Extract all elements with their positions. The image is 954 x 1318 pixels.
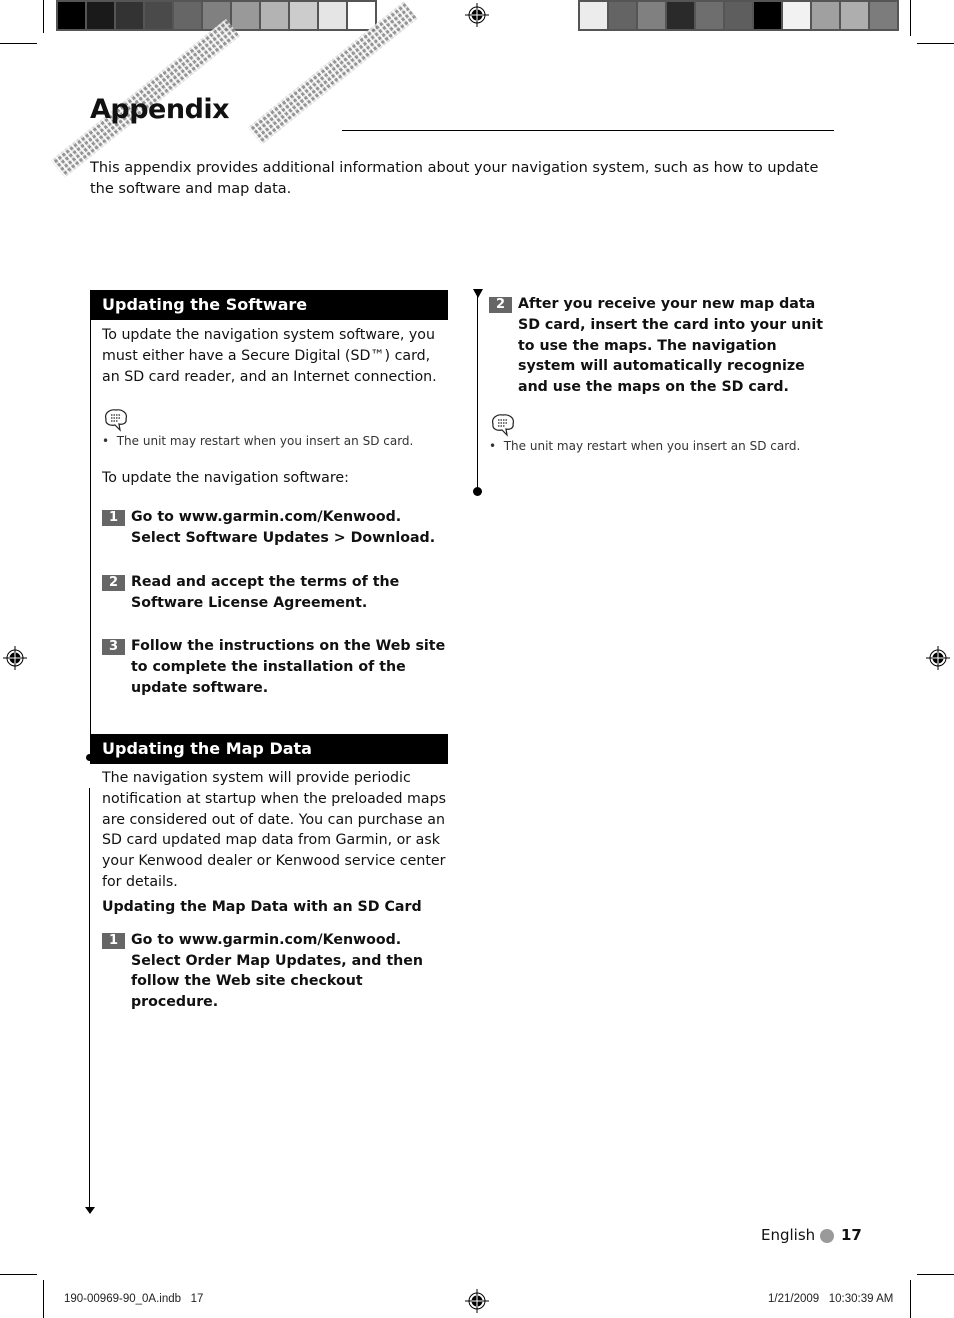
color-swatch	[783, 2, 810, 29]
section-body: The navigation system will provide perio…	[102, 770, 446, 890]
color-swatch	[725, 2, 752, 29]
color-swatch	[609, 2, 636, 29]
color-swatch	[696, 2, 723, 29]
color-swatch	[319, 2, 346, 29]
intro-paragraph: This appendix provides additional inform…	[90, 160, 819, 197]
step-text: Go to www.garmin.com/Kenwood. Select Ord…	[131, 931, 423, 1011]
rule-arrow-down-icon	[85, 1207, 95, 1214]
section-body: To update the navigation system software…	[102, 327, 437, 385]
color-swatch	[174, 2, 201, 29]
crop-mark	[0, 43, 37, 44]
note-item: • The unit may restart when you insert a…	[477, 439, 835, 453]
crop-mark	[43, 1280, 44, 1318]
step-text: After you receive your new map data SD c…	[518, 296, 823, 396]
color-swatch	[145, 2, 172, 29]
step-number: 3	[102, 639, 125, 656]
page-number: 17	[841, 1226, 862, 1244]
color-swatch	[812, 2, 839, 29]
color-swatch	[290, 2, 317, 29]
crop-mark	[0, 1274, 37, 1275]
rule-dot	[473, 487, 482, 496]
color-swatch	[87, 2, 114, 29]
crop-mark	[43, 0, 44, 33]
mapdata-continued: 2 After you receive your new map data SD…	[477, 294, 835, 453]
step-number: 1	[102, 510, 125, 527]
step-number: 1	[102, 932, 125, 949]
footer-language: English	[761, 1226, 816, 1244]
bullet: •	[489, 438, 504, 453]
color-swatch	[638, 2, 665, 29]
crop-mark	[917, 43, 954, 44]
slug-file: 190-00969-90_0A.indb 17	[64, 1293, 204, 1305]
step-number: 2	[489, 297, 512, 313]
page-title: Appendix	[90, 94, 230, 125]
step-item: 1 Go to www.garmin.com/Kenwood. Select S…	[90, 507, 448, 549]
lead-text: To update the navigation software:	[102, 470, 349, 487]
note-text: The unit may restart when you insert an …	[503, 438, 801, 453]
color-swatch	[348, 2, 375, 29]
bullet: •	[102, 434, 117, 449]
step-text: Go to www.garmin.com/Kenwood. Select Sof…	[131, 509, 436, 546]
registration-mark-icon	[465, 3, 489, 27]
crop-mark	[917, 1274, 954, 1275]
subsection-heading: Updating the Map Data with an SD Card	[102, 898, 422, 915]
step-number: 2	[102, 574, 125, 591]
step-item: 3 Follow the instructions on the Web sit…	[90, 636, 448, 698]
note-item: • The unit may restart when you insert a…	[90, 434, 448, 448]
step-text: Read and accept the terms of the Softwar…	[131, 573, 400, 611]
registration-mark-icon	[926, 646, 950, 670]
color-swatch	[754, 2, 781, 29]
section-heading: Updating the Software	[90, 290, 448, 320]
crop-mark	[910, 1280, 911, 1318]
section-heading: Updating the Map Data	[90, 734, 448, 764]
step-item: 2 Read and accept the terms of the Softw…	[90, 572, 448, 614]
color-swatch	[667, 2, 694, 29]
slug-date: 1/21/2009 10:30:39 AM	[768, 1293, 894, 1305]
crop-mark	[910, 0, 911, 36]
step-item: 2 After you receive your new map data SD…	[477, 294, 835, 398]
note-icon	[492, 414, 514, 437]
color-swatch	[580, 2, 607, 29]
mapdata-section: Updating the Map Data The navigation sys…	[90, 734, 448, 1013]
note-text: The unit may restart when you insert an …	[116, 434, 414, 449]
color-swatch	[232, 2, 259, 29]
color-swatch	[261, 2, 288, 29]
software-section: Updating the Software To update the navi…	[90, 290, 448, 699]
color-swatch	[58, 2, 85, 29]
color-swatch	[116, 2, 143, 29]
registration-mark-icon	[465, 1289, 489, 1313]
color-swatch	[870, 2, 897, 29]
step-text: Follow the instructions on the Web site …	[131, 638, 446, 696]
note-icon	[105, 409, 127, 433]
step-item: 1 Go to www.garmin.com/Kenwood. Select O…	[90, 930, 448, 1013]
color-bar-right	[578, 0, 899, 31]
title-rule	[342, 130, 834, 131]
footer-dot-icon	[820, 1229, 834, 1243]
registration-mark-icon	[3, 646, 27, 670]
color-swatch	[841, 2, 868, 29]
